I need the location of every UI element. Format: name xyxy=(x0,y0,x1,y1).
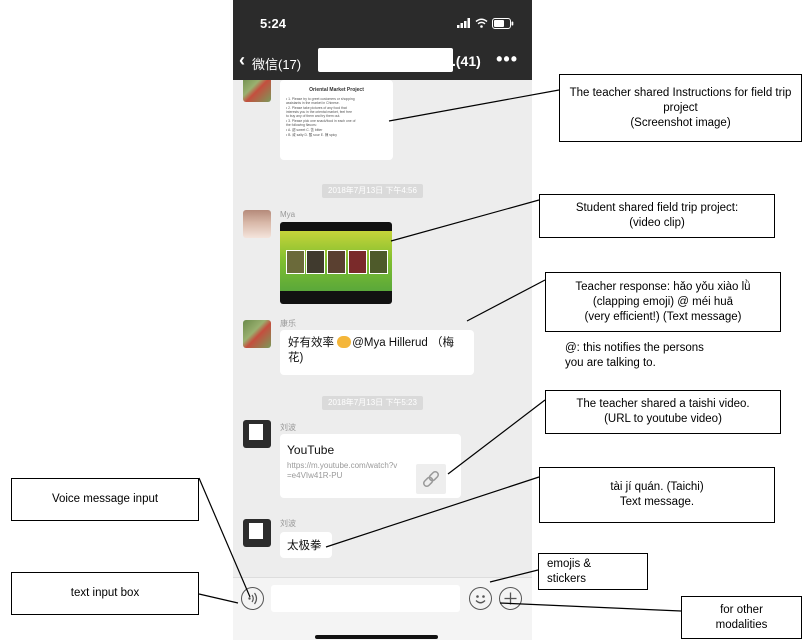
annotation-other-modalities: for other modalities xyxy=(681,596,802,639)
annotation-taishi-video: The teacher shared a taishi video. (URL … xyxy=(545,390,781,434)
annotation-voice-input: Voice message input xyxy=(11,478,199,521)
annotation-instructions: The teacher shared Instructions for fiel… xyxy=(559,74,802,142)
annotation-teacher-response: Teacher response: hǎo yǒu xiào lǜ (clapp… xyxy=(545,272,781,332)
annotation-at-note: @: this notifies the persons you are tal… xyxy=(565,342,704,369)
annotation-student-video: Student shared field trip project: (vide… xyxy=(539,194,775,238)
annotation-emojis: emojis & stickers xyxy=(538,553,648,590)
annotation-text-input: text input box xyxy=(11,572,199,615)
annotation-taichi-text: tài jí quán. (Taichi) Text message. xyxy=(539,467,775,523)
